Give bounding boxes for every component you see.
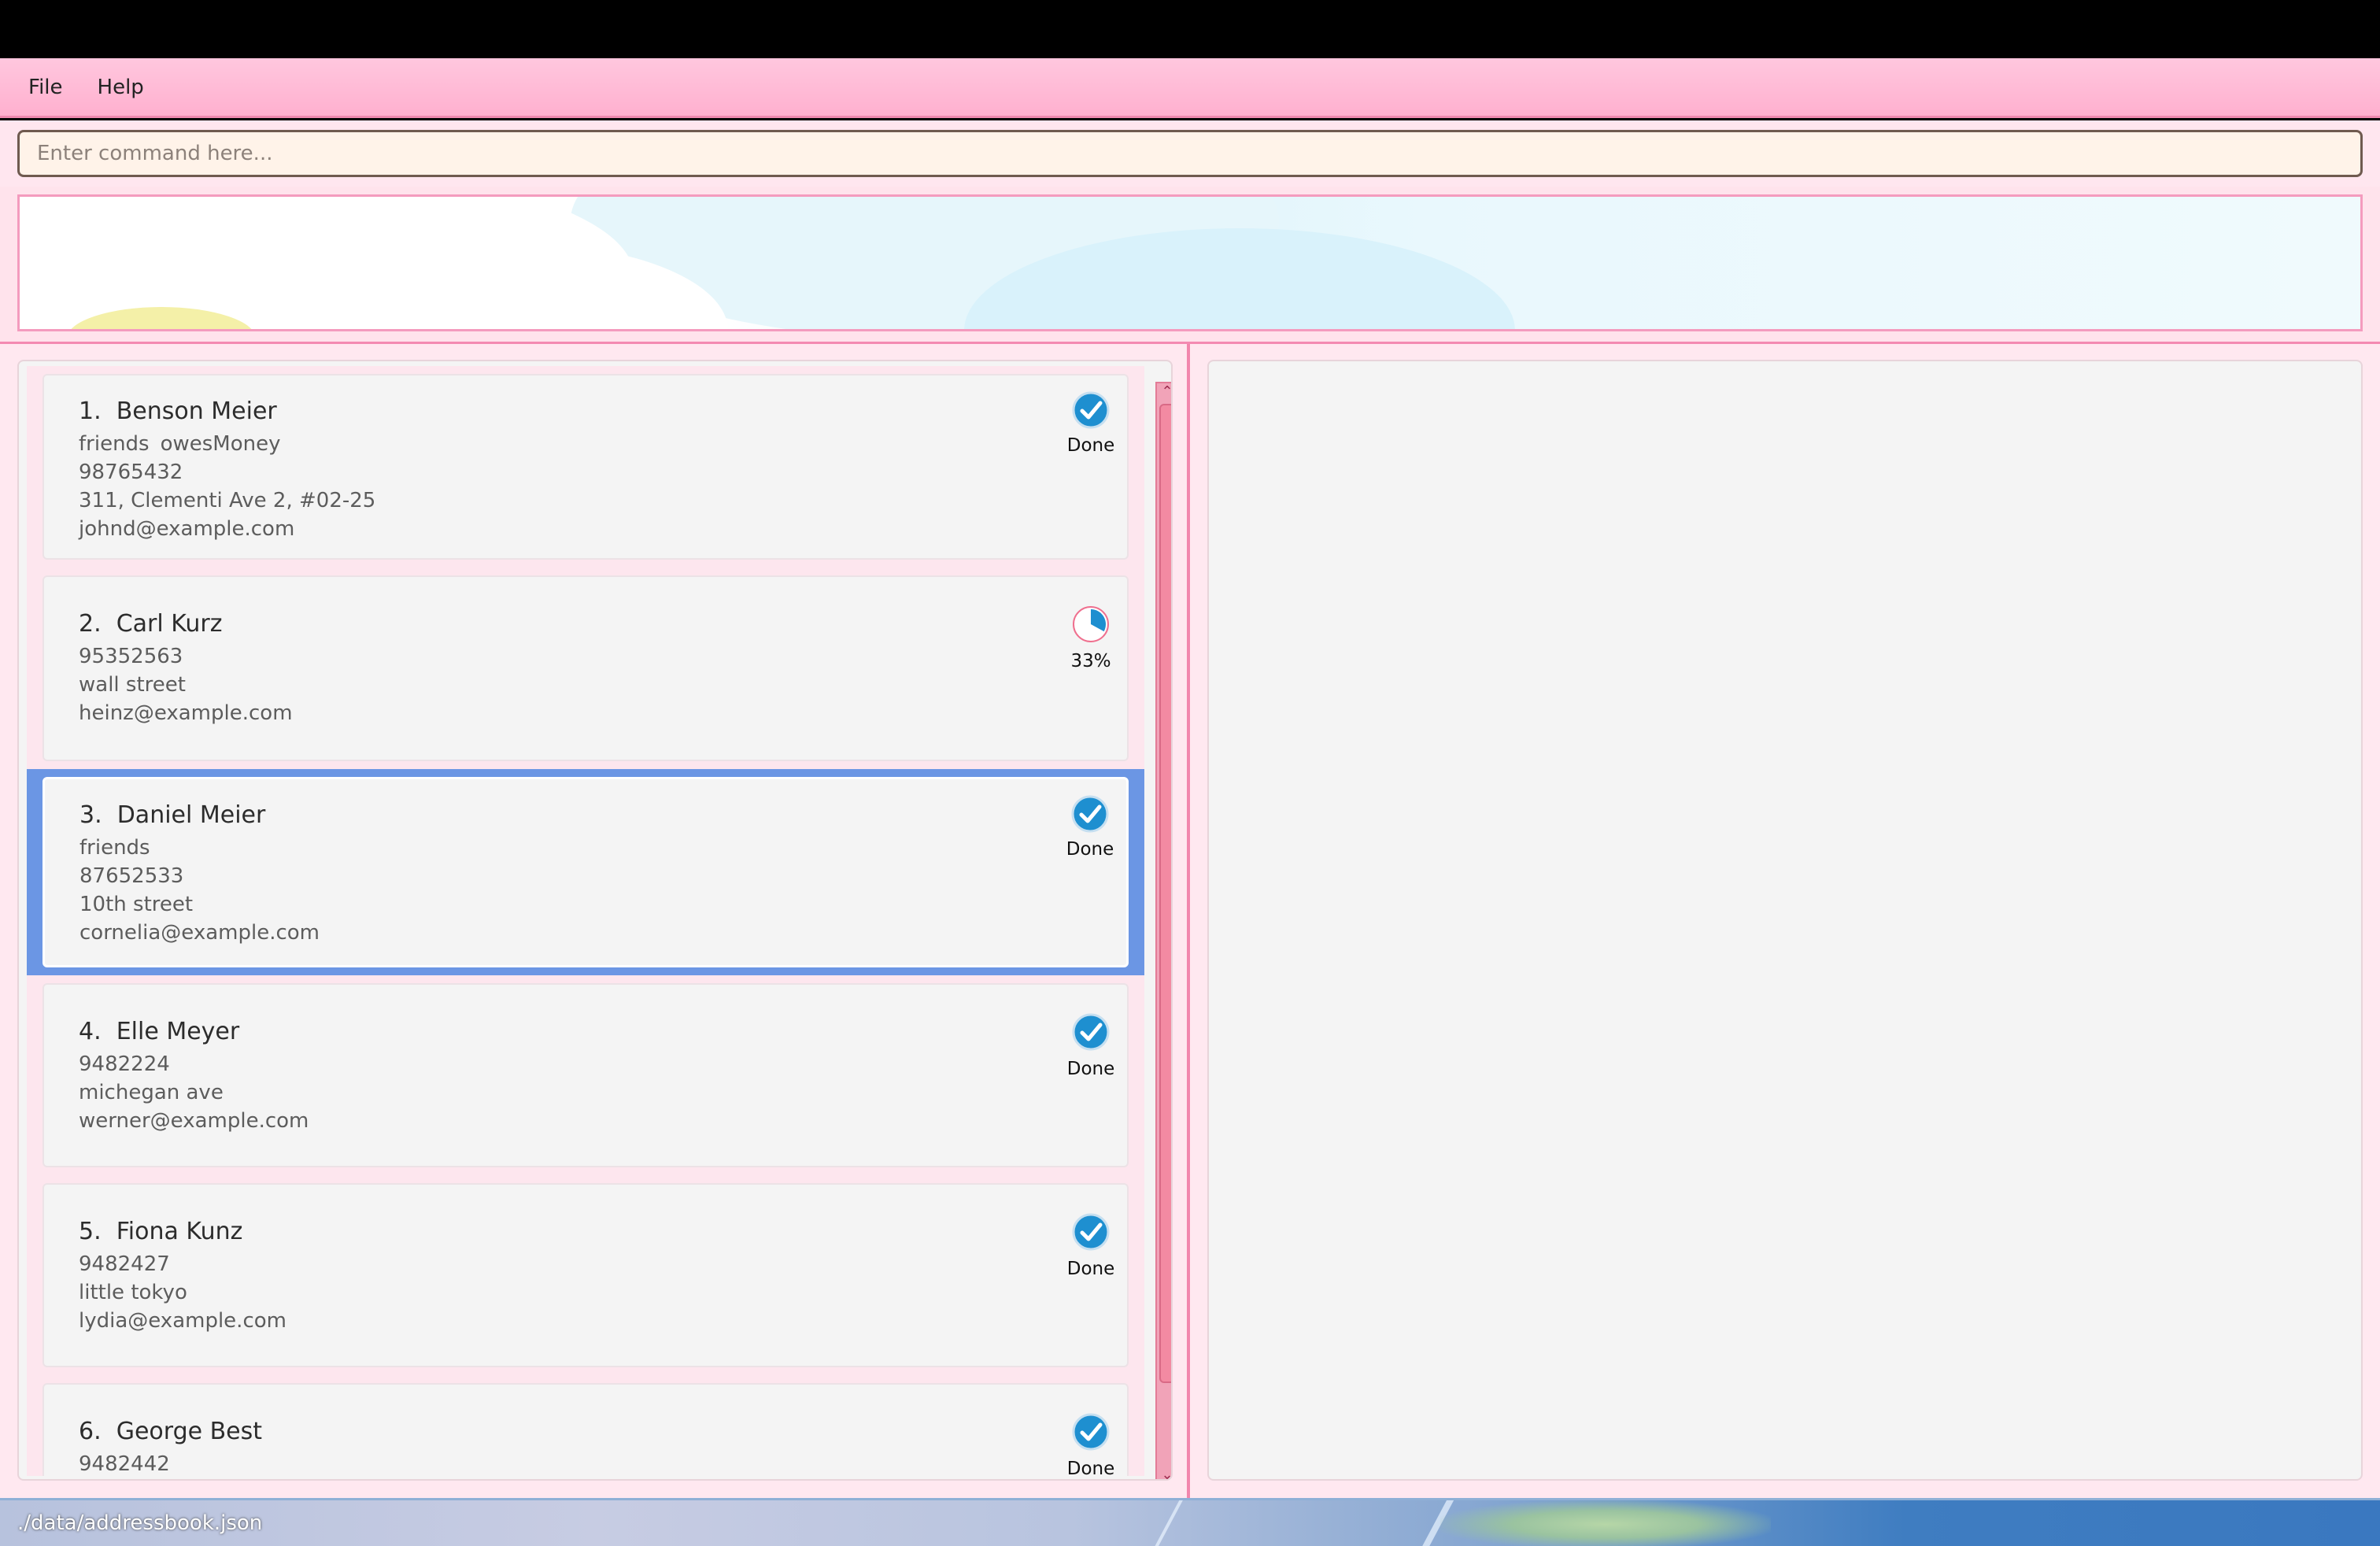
detail-panel (1207, 360, 2363, 1481)
person-card[interactable]: 3. Daniel Meier friends 87652533 10th st… (42, 777, 1129, 967)
command-area (0, 120, 2380, 187)
check-circle-icon (1072, 1413, 1110, 1451)
menu-help[interactable]: Help (98, 76, 144, 99)
status-label: Done (1066, 839, 1114, 860)
person-phone: 87652533 (79, 864, 184, 888)
person-phone: 95352563 (79, 645, 183, 668)
person-email: werner@example.com (79, 1109, 309, 1133)
person-phone: 9482224 (79, 1052, 170, 1076)
person-phone: 9482427 (79, 1252, 170, 1276)
person-address: michegan ave (79, 1081, 224, 1104)
split-pane-divider[interactable] (1187, 344, 1190, 1498)
command-input[interactable] (17, 130, 2363, 177)
status-label: Done (1066, 1259, 1115, 1279)
background-decoration (1440, 1500, 1771, 1546)
status-label: Done (1066, 1459, 1115, 1476)
person-email: johnd@example.com (79, 517, 295, 541)
person-address: little tokyo (79, 1281, 187, 1304)
result-display[interactable] (17, 194, 2363, 331)
check-circle-icon (1072, 391, 1110, 429)
person-phone: 98765432 (79, 460, 183, 484)
status-label: 33% (1070, 651, 1111, 671)
list-item[interactable]: 3. Daniel Meier friends 87652533 10th st… (27, 769, 1144, 975)
list-item[interactable]: 6. George Best 9482442 Done (27, 1375, 1144, 1476)
window-title-bar (0, 0, 2380, 58)
tag: friends (79, 836, 150, 860)
person-phone: 9482442 (79, 1452, 170, 1476)
person-name: 3. Daniel Meier (79, 801, 266, 829)
person-list-panel: 1. Benson Meier friends owesMoney 987654… (17, 360, 1173, 1481)
status-label: Done (1066, 435, 1115, 456)
person-name: 4. Elle Meyer (79, 1018, 240, 1045)
person-email: cornelia@example.com (79, 921, 320, 945)
list-item[interactable]: 2. Carl Kurz 95352563 wall street heinz@… (27, 568, 1144, 769)
person-email: heinz@example.com (79, 701, 293, 725)
person-card[interactable]: 5. Fiona Kunz 9482427 little tokyo lydia… (42, 1183, 1129, 1367)
scrollbar-thumb[interactable] (1159, 404, 1171, 1383)
tag-list: friends owesMoney (79, 432, 281, 456)
menu-bar: File Help (0, 58, 2380, 118)
menu-file[interactable]: File (28, 76, 63, 99)
check-circle-icon (1072, 1213, 1110, 1251)
person-card[interactable]: 4. Elle Meyer 9482224 michegan ave werne… (42, 983, 1129, 1167)
save-location-label: ./data/addressbook.json (17, 1511, 263, 1535)
person-address: 311, Clementi Ave 2, #02-25 (79, 489, 376, 512)
person-card[interactable]: 2. Carl Kurz 95352563 wall street heinz@… (42, 575, 1129, 761)
person-address: wall street (79, 673, 186, 697)
check-circle-icon (1071, 795, 1109, 833)
scroll-up-arrow-icon[interactable]: ⌃ (1157, 383, 1171, 401)
person-email: lydia@example.com (79, 1309, 286, 1333)
person-name: 6. George Best (79, 1418, 263, 1445)
person-name: 1. Benson Meier (79, 398, 277, 425)
tag: owesMoney (160, 432, 281, 456)
person-name: 5. Fiona Kunz (79, 1218, 243, 1245)
tag-list: friends (79, 836, 150, 860)
list-item[interactable]: 4. Elle Meyer 9482224 michegan ave werne… (27, 975, 1144, 1175)
person-name: 2. Carl Kurz (79, 610, 223, 638)
result-area (0, 187, 2380, 344)
background-decoration (1148, 1500, 1184, 1546)
status-label: Done (1066, 1059, 1115, 1079)
list-scrollbar[interactable]: ⌃ ⌄ (1155, 382, 1171, 1479)
main-area: 1. Benson Meier friends owesMoney 987654… (0, 344, 2380, 1498)
person-list[interactable]: 1. Benson Meier friends owesMoney 987654… (27, 366, 1144, 1476)
list-item[interactable]: 5. Fiona Kunz 9482427 little tokyo lydia… (27, 1175, 1144, 1375)
person-address: 10th street (79, 893, 194, 916)
person-card[interactable]: 6. George Best 9482442 Done (42, 1383, 1129, 1476)
scroll-down-arrow-icon[interactable]: ⌄ (1157, 1466, 1171, 1479)
status-bar: ./data/addressbook.json (0, 1498, 2380, 1546)
check-circle-icon (1072, 1013, 1110, 1051)
list-item[interactable]: 1. Benson Meier friends owesMoney 987654… (27, 366, 1144, 568)
progress-pie-icon (1073, 606, 1109, 642)
tag: friends (79, 432, 150, 456)
person-card[interactable]: 1. Benson Meier friends owesMoney 987654… (42, 374, 1129, 560)
